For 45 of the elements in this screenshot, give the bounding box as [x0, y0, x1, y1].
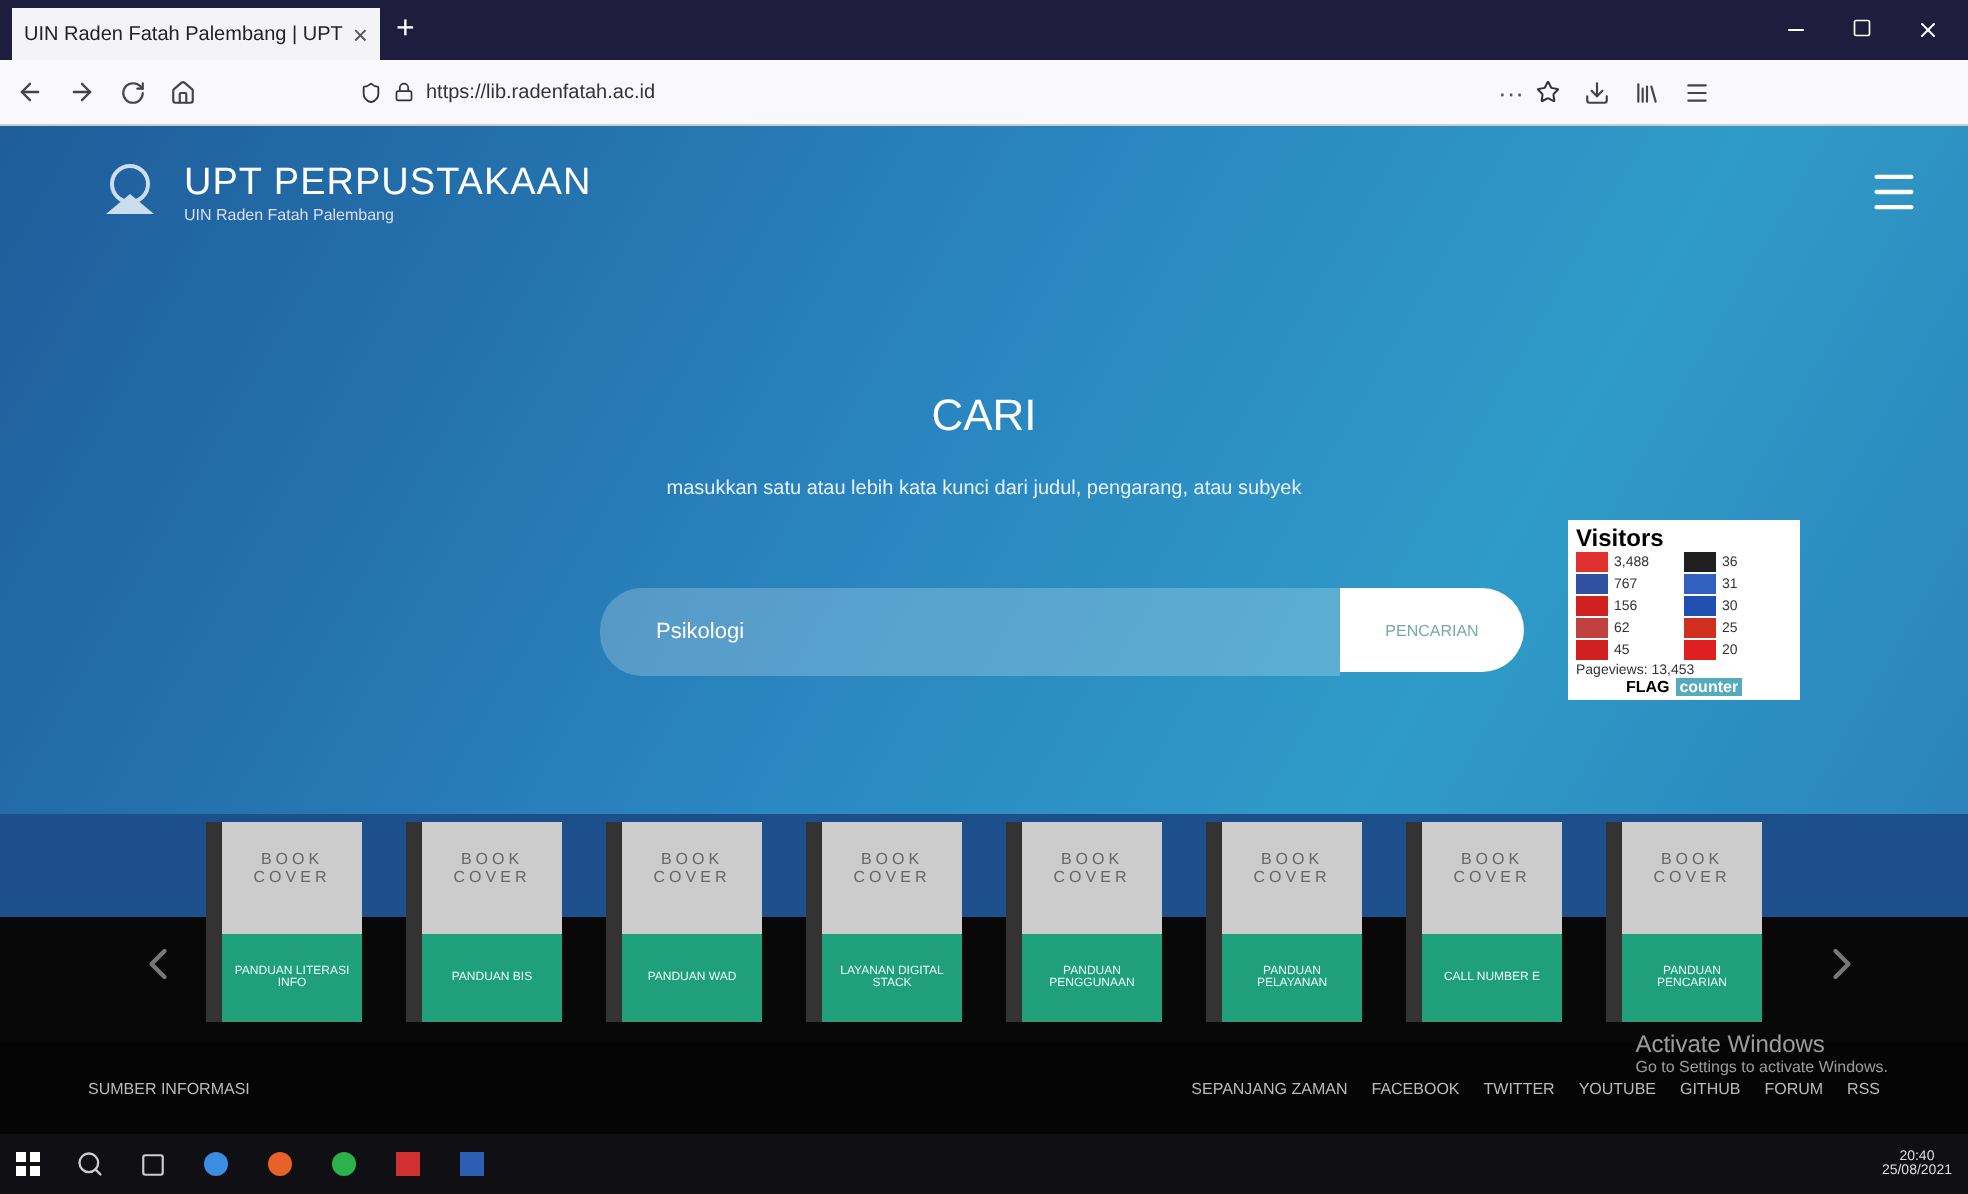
- widget-title: Visitors: [1576, 524, 1666, 552]
- shield-icon: [360, 81, 382, 103]
- activation-title: Activate Windows: [1635, 1030, 1827, 1058]
- browser-tab[interactable]: UIN Raden Fatah Palembang | UPT ×: [12, 8, 380, 60]
- book-cover-text: BOOK COVER: [851, 848, 933, 890]
- activation-text: Go to Settings to activate Windows.: [1635, 1058, 1888, 1076]
- footer-link[interactable]: SEPANJANG ZAMAN: [1191, 1079, 1348, 1097]
- back-icon[interactable]: [16, 78, 44, 106]
- footer-link[interactable]: TWITTER: [1483, 1079, 1555, 1097]
- book-cover-text: BOOK COVER: [251, 848, 333, 890]
- close-icon[interactable]: [1916, 18, 1940, 42]
- footer-link[interactable]: FORUM: [1764, 1079, 1824, 1097]
- reload-icon[interactable]: [120, 79, 146, 105]
- book-cover-text: BOOK COVER: [1251, 848, 1333, 890]
- maximize-icon[interactable]: [1852, 18, 1872, 38]
- lock-icon: [394, 82, 414, 102]
- start-icon[interactable]: [16, 1152, 40, 1176]
- tab-close-button[interactable]: ×: [352, 19, 368, 49]
- search-hint: masukkan satu atau lebih kata kunci dari judul, pengarang, atau subyek: [666, 478, 1302, 500]
- task-view-icon[interactable]: [140, 1151, 166, 1177]
- home-icon[interactable]: [170, 79, 196, 105]
- download-icon[interactable]: [1584, 79, 1610, 105]
- counter-brand: FLAG counter: [1623, 678, 1745, 696]
- book-cover-text: BOOK COVER: [651, 848, 733, 890]
- new-tab-button[interactable]: +: [396, 12, 415, 48]
- page-actions-button[interactable]: ···: [1498, 77, 1524, 107]
- footer-link[interactable]: GITHUB: [1679, 1079, 1741, 1097]
- app-icon[interactable]: [202, 1150, 230, 1178]
- bookmark-star-icon[interactable]: [1536, 80, 1560, 104]
- menu-icon[interactable]: [1684, 79, 1710, 105]
- book-cover-text: BOOK COVER: [1651, 848, 1733, 890]
- site-title: UPT PERPUSTAKAAN: [184, 161, 592, 205]
- footer-link[interactable]: FACEBOOK: [1371, 1079, 1460, 1097]
- footer-text: SUMBER INFORMASI: [88, 1079, 250, 1097]
- search-icon[interactable]: [76, 1150, 104, 1178]
- footer-link[interactable]: YOUTUBE: [1578, 1079, 1656, 1097]
- forward-icon[interactable]: [68, 78, 96, 106]
- book-cover-text: BOOK COVER: [1051, 848, 1133, 890]
- library-icon[interactable]: [1634, 79, 1660, 105]
- app-icon[interactable]: [394, 1150, 422, 1178]
- footer-link[interactable]: RSS: [1847, 1079, 1880, 1097]
- site-subtitle: UIN Raden Fatah Palembang: [184, 205, 396, 223]
- book-cover-text: BOOK COVER: [1451, 848, 1533, 890]
- search-heading: CARI: [931, 390, 1037, 442]
- book-cover-text: BOOK COVER: [451, 848, 533, 890]
